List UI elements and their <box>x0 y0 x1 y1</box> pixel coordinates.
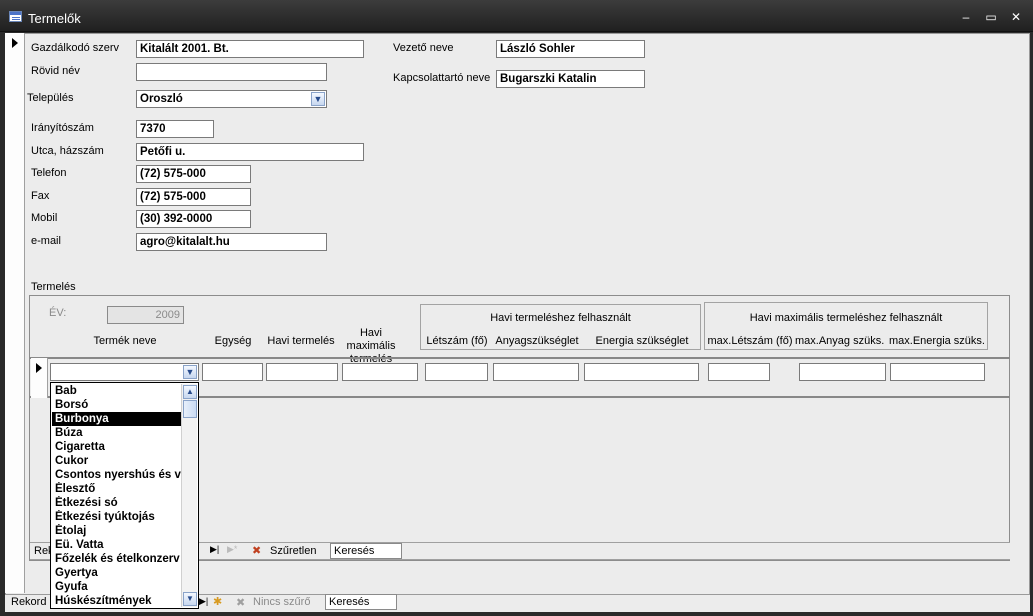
dropdown-item[interactable]: Gyertya <box>52 566 182 580</box>
col-letszam-header: Létszám (fő) <box>426 335 488 347</box>
chevron-down-icon[interactable]: ▼ <box>311 92 325 106</box>
termek-dropdown-list[interactable]: Bab Borsó Burbonya Búza Cigaretta Cukor Csonto… <box>50 382 199 609</box>
main-search-input[interactable]: Keresés <box>325 594 397 610</box>
window-titlebar <box>0 0 1033 32</box>
main-record-label: Rekord <box>11 596 47 608</box>
col-egyseg-header: Egység <box>214 335 252 347</box>
mobil-field[interactable]: (30) 392-0000 <box>136 210 251 228</box>
col-havi-header: Havi termelés <box>267 335 335 347</box>
current-row-icon <box>36 363 42 373</box>
fax-field[interactable]: (72) 575-000 <box>136 188 251 206</box>
dropdown-item[interactable]: Étkezési tyúktojás <box>52 510 182 524</box>
grp-max-title: Havi maximális termeléshez felhasznált <box>749 312 943 324</box>
gazdalkodo-label: Gazdálkodó szerv <box>31 42 120 54</box>
dropdown-item[interactable]: Bab <box>52 384 182 398</box>
irsz-label: Irányítószám <box>31 122 94 134</box>
termeles-label: Termelés <box>31 281 76 293</box>
mobil-label: Mobil <box>31 212 58 224</box>
restore-button[interactable]: ▭ <box>983 10 999 24</box>
dropdown-item[interactable]: Húskészítmények <box>52 594 182 608</box>
subnav-new-icon[interactable]: ▶* <box>227 544 237 555</box>
fax-label: Fax <box>31 190 50 202</box>
close-button[interactable]: ✕ <box>1008 10 1024 24</box>
telepules-combo[interactable]: Oroszló ▼ <box>136 90 327 108</box>
havimax-cell[interactable] <box>342 363 418 381</box>
col-maxletszam-header: max.Létszám (fő) <box>707 335 793 347</box>
nav-new-record-icon[interactable]: ✱ <box>213 595 222 608</box>
current-record-icon <box>12 38 18 48</box>
dropdown-item[interactable]: Étkezési só <box>52 496 182 510</box>
minimize-button[interactable]: – <box>958 10 974 24</box>
filter-off-icon[interactable]: ✖ <box>252 544 261 557</box>
scroll-thumb[interactable] <box>183 400 197 418</box>
letszam-cell[interactable] <box>425 363 488 381</box>
record-selector[interactable] <box>5 33 25 593</box>
col-anyag-header: Anyagszükséglet <box>495 335 579 347</box>
utca-field[interactable]: Petőfi u. <box>136 143 364 161</box>
telefon-field[interactable]: (72) 575-000 <box>136 165 251 183</box>
subnav-last-icon[interactable]: ▶| <box>210 544 219 555</box>
egyseg-cell[interactable] <box>202 363 263 381</box>
havi-cell[interactable] <box>266 363 338 381</box>
filter-icon: ✖ <box>236 597 246 609</box>
scroll-down-icon[interactable]: ▼ <box>183 592 197 606</box>
subform-filter-label[interactable]: Szűretlen <box>270 545 316 557</box>
dropdown-item[interactable]: Eü. Vatta <box>52 538 182 552</box>
kapcsolat-field[interactable]: Bugarszki Katalin <box>496 70 645 88</box>
dropdown-item[interactable]: Csontos nyershús és v <box>52 468 182 482</box>
col-havimax-header: Havi maximális termelés <box>346 327 396 365</box>
ev-label: ÉV: <box>49 307 67 319</box>
grp-havi-title: Havi termeléshez felhasznált <box>490 312 631 324</box>
subform-search-input[interactable]: Keresés <box>330 543 402 559</box>
telepules-label: Település <box>27 92 74 104</box>
kapcsolat-label: Kapcsolattartó neve <box>393 72 491 84</box>
telepules-value: Oroszló <box>140 93 183 105</box>
col-termek-header: Termék neve <box>93 335 157 347</box>
energia-cell[interactable] <box>584 363 699 381</box>
maxanyag-cell[interactable] <box>799 363 886 381</box>
vezeto-label: Vezető neve <box>393 42 454 54</box>
row-selector[interactable] <box>31 358 48 398</box>
maxenergia-cell[interactable] <box>890 363 985 381</box>
col-energia-header: Energia szükséglet <box>595 335 689 347</box>
rovid-label: Rövid név <box>31 65 80 77</box>
dropdown-item[interactable]: Főzelék és ételkonzerv <box>52 552 182 566</box>
col-maxanyag-header: max.Anyag szüks. <box>795 335 885 347</box>
dropdown-item[interactable]: Búza <box>52 426 182 440</box>
form-icon <box>9 11 22 22</box>
gazdalkodo-field[interactable]: Kitalált 2001. Bt. <box>136 40 364 58</box>
window-title: Termelők <box>28 11 81 26</box>
dropdown-item[interactable]: Cukor <box>52 454 182 468</box>
header-divider <box>30 357 1010 359</box>
scroll-up-icon[interactable]: ▲ <box>183 385 197 399</box>
chevron-down-icon[interactable]: ▼ <box>183 365 197 379</box>
telefon-label: Telefon <box>31 167 67 179</box>
utca-label: Utca, házszám <box>31 145 104 157</box>
dropdown-item[interactable]: Burbonya <box>52 412 182 426</box>
irsz-field[interactable]: 7370 <box>136 120 214 138</box>
email-label: e-mail <box>31 235 61 247</box>
anyag-cell[interactable] <box>493 363 579 381</box>
dropdown-scrollbar[interactable]: ▲ ▼ <box>181 384 197 607</box>
ev-field[interactable]: 2009 <box>107 306 184 324</box>
dropdown-item[interactable]: Étolaj <box>52 524 182 538</box>
dropdown-item[interactable]: Borsó <box>52 398 182 412</box>
termek-combo[interactable]: ▼ <box>50 363 199 381</box>
dropdown-item[interactable]: Élesztő <box>52 482 182 496</box>
dropdown-item[interactable]: Gyufa <box>52 580 182 594</box>
dropdown-item[interactable]: Cigaretta <box>52 440 182 454</box>
email-field[interactable]: agro@kitalalt.hu <box>136 233 327 251</box>
main-filter-label[interactable]: Nincs szűrő <box>253 596 310 608</box>
col-maxenergia-header: max.Energia szüks. <box>889 335 985 347</box>
vezeto-field[interactable]: László Sohler <box>496 40 645 58</box>
rovid-field[interactable] <box>136 63 327 81</box>
maxletszam-cell[interactable] <box>708 363 770 381</box>
nav-last-icon[interactable]: ▶| <box>199 596 208 607</box>
